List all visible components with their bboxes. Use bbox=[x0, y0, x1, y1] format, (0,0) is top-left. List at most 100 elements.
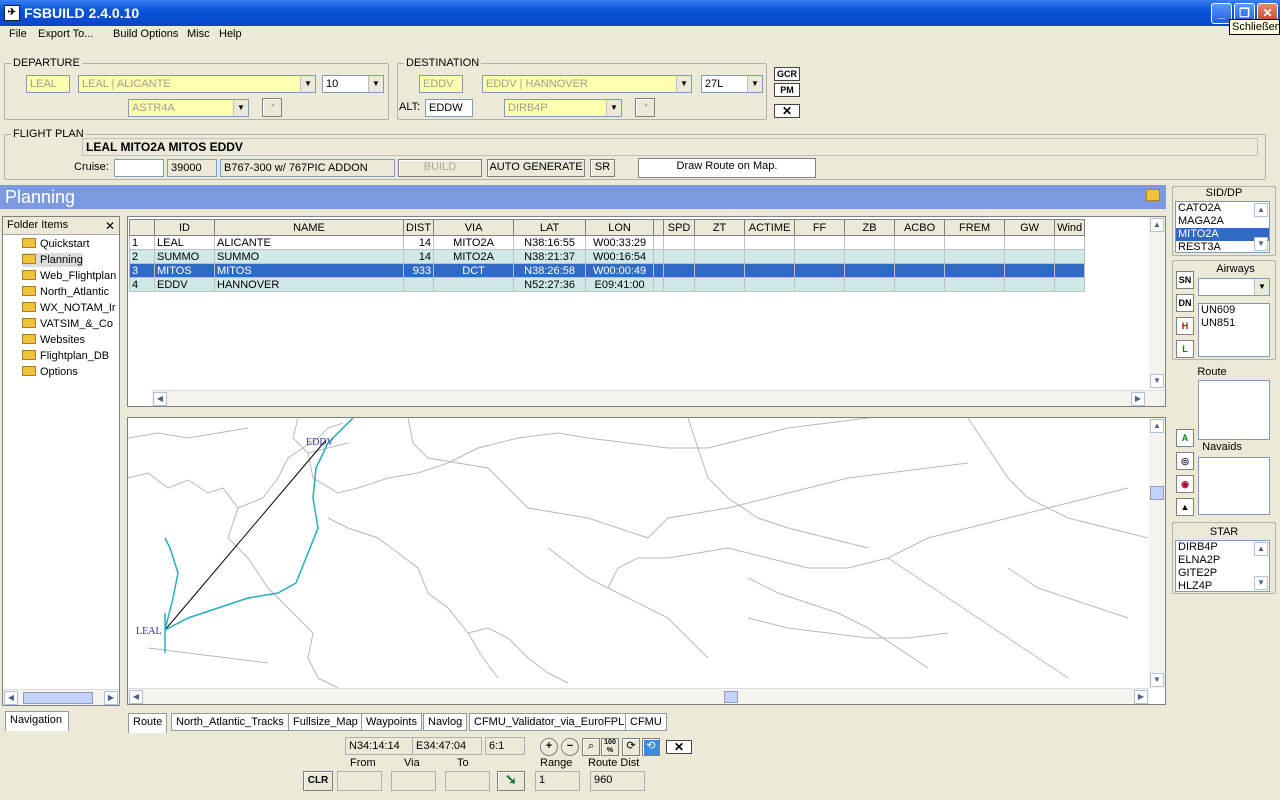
chevron-down-icon[interactable]: ▼ bbox=[233, 100, 248, 116]
zoom-100-button[interactable]: 100 % bbox=[601, 738, 619, 756]
folder-item-north-atlantic[interactable]: North_Atlantic bbox=[22, 285, 109, 299]
col-header[interactable] bbox=[129, 219, 155, 236]
scroll-down-icon[interactable]: ▼ bbox=[1254, 576, 1268, 590]
route-list[interactable] bbox=[1198, 380, 1270, 440]
scroll-up-icon[interactable]: ▲ bbox=[1254, 542, 1268, 556]
scroll-left-icon[interactable]: ◀ bbox=[129, 690, 143, 704]
build-button[interactable]: BUILD bbox=[398, 159, 482, 177]
scroll-down-icon[interactable]: ▼ bbox=[1254, 237, 1268, 251]
dn-button[interactable]: DN bbox=[1176, 294, 1194, 312]
scroll-thumb[interactable] bbox=[23, 692, 93, 704]
clear-map-button[interactable]: ✕ bbox=[666, 740, 692, 754]
pm-button[interactable]: PM bbox=[774, 83, 800, 97]
chevron-down-icon[interactable]: ▼ bbox=[368, 76, 383, 92]
scroll-thumb[interactable] bbox=[724, 691, 738, 703]
col-header[interactable]: ID bbox=[154, 219, 215, 236]
scroll-up-icon[interactable]: ▲ bbox=[1150, 419, 1164, 433]
col-header[interactable]: GW bbox=[1004, 219, 1056, 236]
route-map[interactable]: EDDV LEAL ▲ ▼ ◀ ▶ bbox=[127, 417, 1166, 705]
navaids-list[interactable] bbox=[1198, 457, 1270, 515]
folder-icon[interactable] bbox=[1146, 189, 1160, 201]
chevron-down-icon[interactable]: ▼ bbox=[747, 76, 762, 92]
tab-cfmu-validator[interactable]: CFMU_Validator_via_EuroFPL bbox=[469, 713, 630, 731]
table-row[interactable]: 4 EDDV HANNOVER N52:27:36 E09:41:00 bbox=[129, 277, 1086, 292]
scroll-up-icon[interactable]: ▲ bbox=[1150, 218, 1164, 232]
magnifier-icon[interactable]: ⌕ bbox=[582, 738, 600, 756]
tab-route[interactable]: Route bbox=[128, 713, 168, 733]
folder-item-quickstart[interactable]: Quickstart bbox=[22, 237, 90, 251]
table-row-selected[interactable]: 3 MITOS MITOS 933 DCT N38:26:58 W00:00:49 bbox=[129, 263, 1086, 278]
menu-help[interactable]: Help bbox=[219, 28, 242, 40]
col-header[interactable]: ZB bbox=[844, 219, 896, 236]
col-header[interactable]: LON bbox=[585, 219, 655, 236]
clr-button[interactable]: CLR bbox=[303, 771, 333, 791]
close-icon[interactable]: ✕ bbox=[105, 218, 115, 235]
airways-dropdown[interactable]: ▼ bbox=[1198, 278, 1270, 296]
col-header[interactable]: Wind bbox=[1054, 219, 1086, 236]
star-list[interactable]: DIRB4P ELNA2P GITE2P HLZ4P ▲ ▼ bbox=[1175, 540, 1270, 592]
to-field[interactable] bbox=[445, 771, 490, 791]
cruise-altitude-field[interactable]: 39000 bbox=[167, 159, 217, 177]
ndb-icon[interactable]: ◉ bbox=[1176, 475, 1194, 493]
tab-fullsize-map[interactable]: Fullsize_Map bbox=[288, 713, 363, 731]
scroll-right-icon[interactable]: ▶ bbox=[104, 691, 118, 705]
folder-item-wx-notam[interactable]: WX_NOTAM_Ir bbox=[22, 301, 116, 315]
destination-icao-field[interactable]: EDDV bbox=[419, 75, 463, 93]
col-header[interactable] bbox=[653, 219, 665, 236]
menu-file[interactable]: File bbox=[9, 28, 27, 40]
vor-icon[interactable]: ◎ bbox=[1176, 452, 1194, 470]
list-item[interactable]: UN851 bbox=[1199, 317, 1269, 330]
tab-navlog[interactable]: Navlog bbox=[423, 713, 468, 731]
folder-item-options[interactable]: Options bbox=[22, 365, 78, 379]
sync-icon[interactable]: ⟲ bbox=[642, 738, 660, 756]
scroll-up-icon[interactable]: ▲ bbox=[1254, 203, 1268, 217]
h-button[interactable]: H bbox=[1176, 317, 1194, 335]
sid-list[interactable]: CATO2A MAGA2A MITO2A REST3A ▲ ▼ bbox=[1175, 201, 1270, 253]
map-vscroll[interactable]: ▲ ▼ bbox=[1149, 418, 1165, 688]
col-header[interactable]: SPD bbox=[663, 219, 696, 236]
from-field[interactable] bbox=[337, 771, 382, 791]
scroll-right-icon[interactable]: ▶ bbox=[1134, 690, 1148, 704]
menu-export[interactable]: Export To... bbox=[38, 28, 93, 40]
go-arrow-icon[interactable]: ➘ bbox=[497, 771, 525, 791]
folder-hscroll[interactable]: ◀ ▶ bbox=[3, 689, 119, 705]
cruise-field[interactable] bbox=[114, 159, 164, 177]
col-header[interactable]: LAT bbox=[513, 219, 587, 236]
grid-vscroll[interactable]: ▲ ▼ bbox=[1149, 217, 1165, 389]
folder-item-planning[interactable]: Planning bbox=[22, 253, 83, 267]
scroll-left-icon[interactable]: ◀ bbox=[4, 691, 18, 705]
alternate-field[interactable]: EDDW bbox=[425, 99, 473, 117]
scroll-down-icon[interactable]: ▼ bbox=[1150, 374, 1164, 388]
tab-waypoints[interactable]: Waypoints bbox=[361, 713, 422, 731]
aircraft-field[interactable]: B767-300 w/ 767PIC ADDON bbox=[220, 159, 395, 177]
chevron-down-icon[interactable]: ▼ bbox=[676, 76, 691, 92]
col-header[interactable]: NAME bbox=[214, 219, 404, 236]
route-string-field[interactable]: LEAL MITO2A MITOS EDDV bbox=[82, 138, 1258, 156]
destination-airport-dropdown[interactable]: EDDV | HANNOVER ▼ bbox=[482, 75, 692, 93]
destination-runway-dropdown[interactable]: 27L ▼ bbox=[701, 75, 763, 93]
folder-item-vatsim[interactable]: VATSIM_&_Co bbox=[22, 317, 113, 331]
departure-sid-dropdown[interactable]: ASTR4A ▼ bbox=[128, 99, 249, 117]
folder-item-web-flightplan[interactable]: Web_Flightplan bbox=[22, 269, 116, 283]
departure-runway-dropdown[interactable]: 10 ▼ bbox=[322, 75, 384, 93]
tab-navigation[interactable]: Navigation bbox=[5, 711, 69, 731]
map-hscroll[interactable]: ◀ ▶ bbox=[128, 688, 1149, 704]
departure-sid-map-button[interactable]: ◔ bbox=[262, 98, 282, 117]
fix-triangle-icon[interactable]: ▲ bbox=[1176, 498, 1194, 516]
chevron-down-icon[interactable]: ▼ bbox=[606, 100, 621, 116]
table-row[interactable]: 1 LEAL ALICANTE 14 MITO2A N38:16:55 W00:33:29 bbox=[129, 235, 1086, 250]
sn-button[interactable]: SN bbox=[1176, 271, 1194, 289]
scroll-right-icon[interactable]: ▶ bbox=[1131, 392, 1145, 406]
zoom-out-icon[interactable]: − bbox=[561, 738, 579, 756]
range-field[interactable]: 1 bbox=[535, 771, 580, 791]
a-button[interactable]: A bbox=[1176, 429, 1194, 447]
clear-x-button[interactable]: ✕ bbox=[774, 104, 800, 118]
col-header[interactable]: ZT bbox=[694, 219, 746, 236]
grid-hscroll[interactable]: ◀ ▶ bbox=[152, 390, 1165, 406]
col-header[interactable]: ACTIME bbox=[744, 219, 796, 236]
departure-airport-dropdown[interactable]: LEAL | ALICANTE ▼ bbox=[78, 75, 316, 93]
folder-item-flightplan-db[interactable]: Flightplan_DB bbox=[22, 349, 109, 363]
chevron-down-icon[interactable]: ▼ bbox=[300, 76, 315, 92]
col-header[interactable]: FF bbox=[794, 219, 846, 236]
tab-cfmu[interactable]: CFMU bbox=[625, 713, 667, 731]
